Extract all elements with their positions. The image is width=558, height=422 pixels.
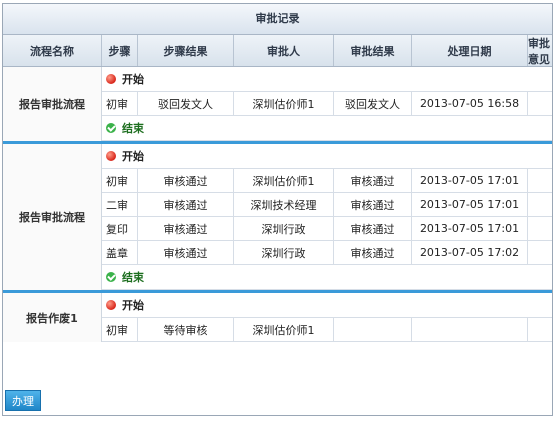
- end-marker: 结束: [102, 265, 552, 290]
- col-header-step-result: 步骤结果: [138, 35, 234, 66]
- cell-approver: 深圳行政: [234, 241, 334, 264]
- table-row: 初审 审核通过 深圳估价师1 审核通过 2013-07-05 17:01: [102, 169, 552, 193]
- process-group: 报告审批流程 开始 初审 审核通过 深圳估价师1 审核通过 2013-07-05 17:01…: [3, 144, 552, 293]
- cell-date: 2013-07-05 16:58: [412, 92, 528, 115]
- col-header-process-name: 流程名称: [3, 35, 102, 66]
- cell-step: 二审: [102, 193, 138, 216]
- cell-approve-result: 审核通过: [334, 193, 412, 216]
- process-name: 报告审批流程: [3, 67, 102, 141]
- table-row: 盖章 审核通过 深圳行政 审核通过 2013-07-05 17:02: [102, 241, 552, 265]
- end-marker: 结束: [102, 116, 552, 141]
- approval-records-panel: 审批记录 流程名称 步骤 步骤结果 审批人 审批结果 处理日期 审批意见 报告审…: [2, 3, 553, 416]
- cell-approver: 深圳估价师1: [234, 92, 334, 115]
- check-icon: [106, 272, 116, 282]
- cell-opinion: [528, 92, 552, 115]
- cell-step: 初审: [102, 169, 138, 192]
- cell-step-result: 审核通过: [138, 217, 234, 240]
- cell-approve-result: [334, 318, 412, 341]
- cell-approver: 深圳行政: [234, 217, 334, 240]
- table-row: 二审 审核通过 深圳技术经理 审核通过 2013-07-05 17:01: [102, 193, 552, 217]
- start-marker: 开始: [102, 67, 552, 92]
- panel-title: 审批记录: [3, 4, 552, 35]
- cell-step-result: 等待审核: [138, 318, 234, 341]
- process-group: 报告作废1 开始 初审 等待审核 深圳估价师1: [3, 293, 552, 342]
- col-header-approve-result: 审批结果: [334, 35, 412, 66]
- end-label: 结束: [122, 122, 144, 135]
- cell-step-result: 驳回发文人: [138, 92, 234, 115]
- cell-step: 初审: [102, 92, 138, 115]
- table-row: 初审 等待审核 深圳估价师1: [102, 318, 552, 342]
- end-label: 结束: [122, 271, 144, 284]
- process-groups: 报告审批流程 开始 初审 驳回发文人 深圳估价师1 驳回发文人 2013-07-05 16:…: [3, 67, 552, 342]
- check-icon: [106, 123, 116, 133]
- start-label: 开始: [122, 299, 144, 312]
- cell-opinion: [528, 318, 552, 341]
- start-label: 开始: [122, 150, 144, 163]
- cell-step: 盖章: [102, 241, 138, 264]
- process-steps: 开始 初审 审核通过 深圳估价师1 审核通过 2013-07-05 17:01 二审 审核通过…: [102, 144, 552, 290]
- start-marker: 开始: [102, 293, 552, 318]
- cell-date: 2013-07-05 17:01: [412, 169, 528, 192]
- cell-step-result: 审核通过: [138, 193, 234, 216]
- process-group: 报告审批流程 开始 初审 驳回发文人 深圳估价师1 驳回发文人 2013-07-05 16:…: [3, 67, 552, 144]
- process-name: 报告作废1: [3, 293, 102, 342]
- cell-approve-result: 驳回发文人: [334, 92, 412, 115]
- process-steps: 开始 初审 驳回发文人 深圳估价师1 驳回发文人 2013-07-05 16:58 结束: [102, 67, 552, 141]
- cell-step: 初审: [102, 318, 138, 341]
- process-steps: 开始初审 等待审核 深圳估价师1: [102, 293, 552, 342]
- table-row: 复印 审核通过 深圳行政 审核通过 2013-07-05 17:01: [102, 217, 552, 241]
- start-icon: [106, 151, 116, 161]
- cell-date: [412, 318, 528, 341]
- cell-approver: 深圳估价师1: [234, 318, 334, 341]
- table-row: 初审 驳回发文人 深圳估价师1 驳回发文人 2013-07-05 16:58: [102, 92, 552, 116]
- start-icon: [106, 74, 116, 84]
- cell-approve-result: 审核通过: [334, 169, 412, 192]
- cell-date: 2013-07-05 17:01: [412, 217, 528, 240]
- cell-approver: 深圳技术经理: [234, 193, 334, 216]
- handle-button[interactable]: 办理: [5, 390, 41, 411]
- start-label: 开始: [122, 73, 144, 86]
- cell-approve-result: 审核通过: [334, 241, 412, 264]
- cell-step-result: 审核通过: [138, 241, 234, 264]
- cell-step-result: 审核通过: [138, 169, 234, 192]
- cell-date: 2013-07-05 17:02: [412, 241, 528, 264]
- cell-opinion: [528, 169, 552, 192]
- col-header-opinion: 审批意见: [528, 36, 550, 66]
- cell-opinion: [528, 193, 552, 216]
- col-header-step: 步骤: [102, 35, 138, 66]
- process-name: 报告审批流程: [3, 144, 102, 290]
- cell-approve-result: 审核通过: [334, 217, 412, 240]
- col-header-date: 处理日期: [412, 35, 528, 66]
- table-header: 流程名称 步骤 步骤结果 审批人 审批结果 处理日期 审批意见: [3, 35, 552, 67]
- cell-approver: 深圳估价师1: [234, 169, 334, 192]
- cell-opinion: [528, 217, 552, 240]
- cell-step: 复印: [102, 217, 138, 240]
- col-header-approver: 审批人: [234, 35, 334, 66]
- start-marker: 开始: [102, 144, 552, 169]
- cell-date: 2013-07-05 17:01: [412, 193, 528, 216]
- cell-opinion: [528, 241, 552, 264]
- start-icon: [106, 300, 116, 310]
